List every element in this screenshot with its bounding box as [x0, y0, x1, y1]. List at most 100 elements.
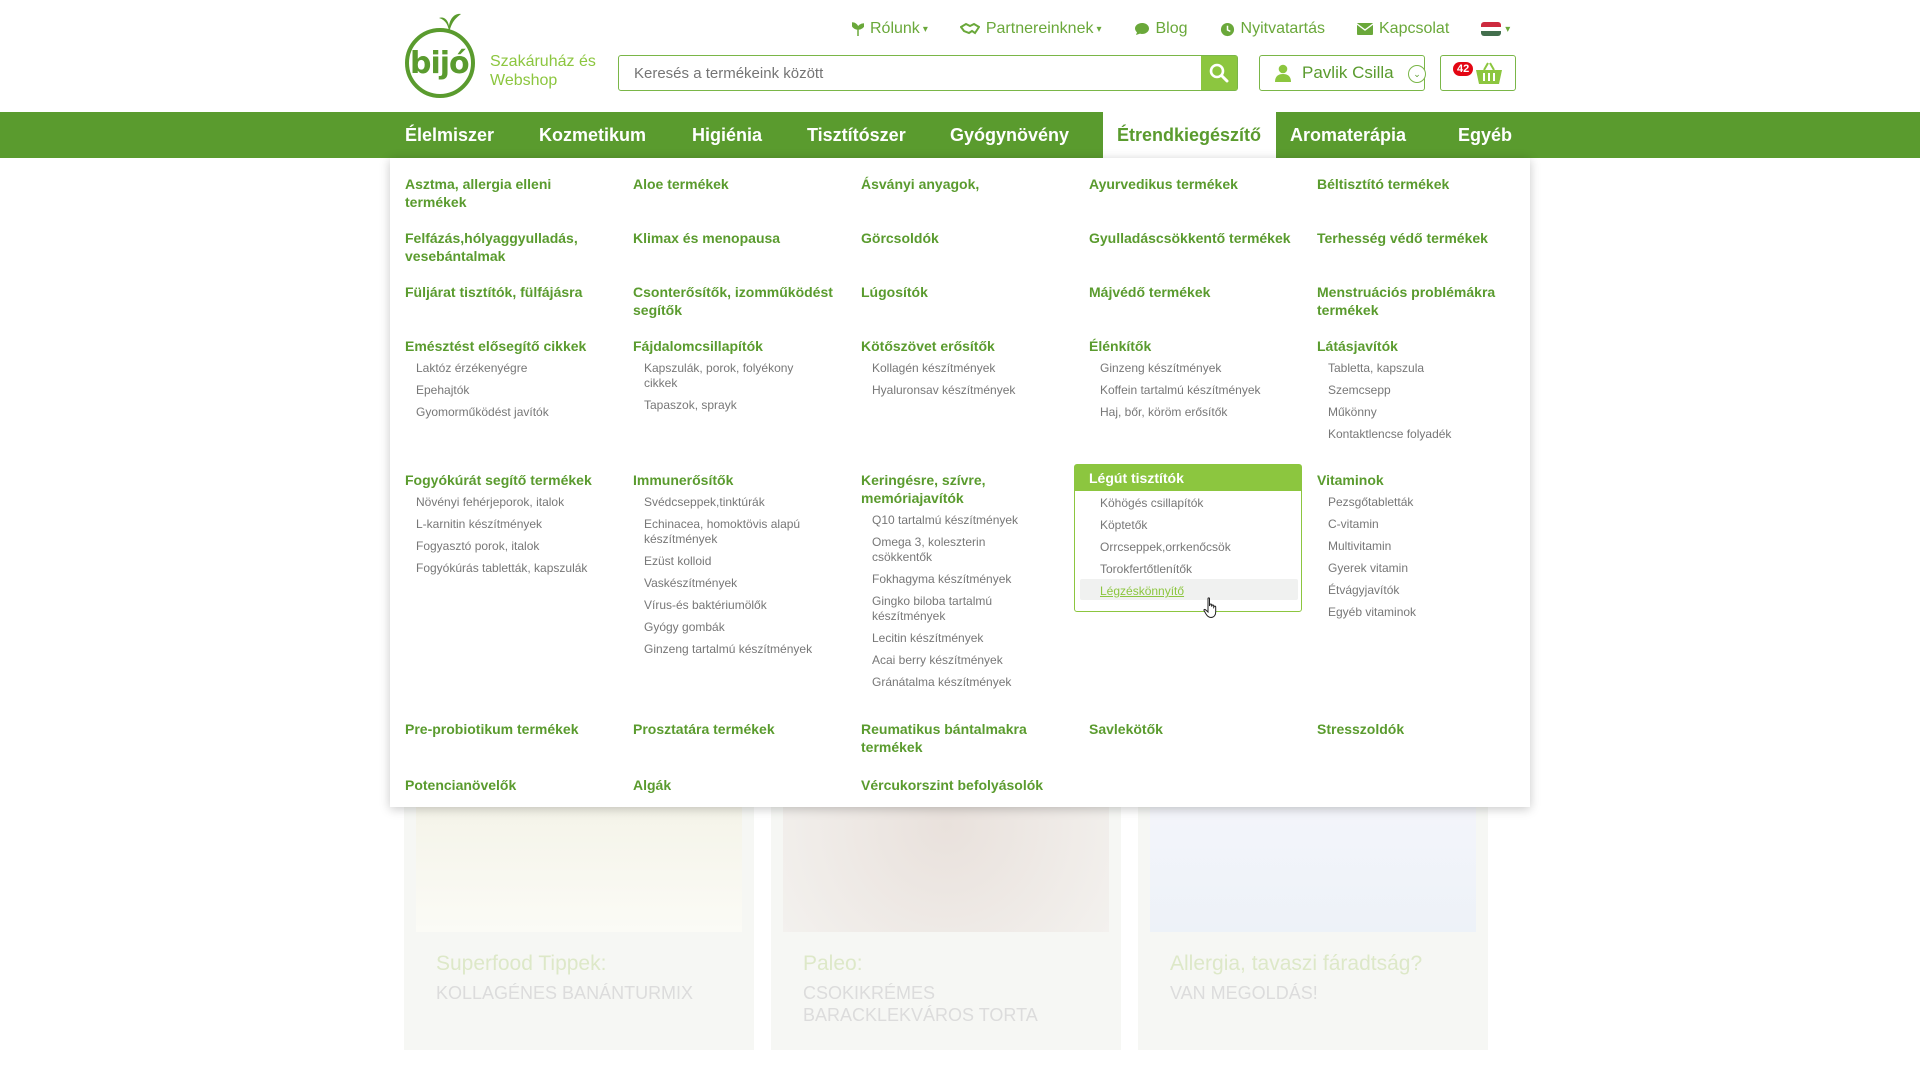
nav-item-tisztitoszer[interactable]: Tisztítószer	[793, 112, 936, 158]
bijo-logo[interactable]: bijó Szakáruház és Webshop	[402, 10, 602, 102]
subcategory-link[interactable]: Koffein tartalmú készítmények	[1100, 383, 1299, 398]
category-link[interactable]: Görcsoldók	[861, 229, 1071, 247]
category-link[interactable]: Keringésre, szívre, memóriajavítók	[861, 471, 1031, 507]
category-group: Vitaminok Pezsgőtabletták C-vitamin Mult…	[1317, 471, 1527, 627]
category-link[interactable]: Savlekötők	[1089, 720, 1299, 738]
subcategory-link[interactable]: Q10 tartalmú készítmények	[872, 513, 1031, 528]
category-link[interactable]: Reumatikus bántalmakra termékek	[861, 720, 1041, 756]
category-link[interactable]: Prosztatára termékek	[633, 720, 843, 738]
subcategory-link[interactable]: Tabletta, kapszula	[1328, 361, 1527, 376]
subcategory-link[interactable]: Echinacea, homoktövis alapú készítmények	[644, 517, 813, 547]
category-link[interactable]: Terhesség védő termékek	[1317, 229, 1527, 247]
category-link[interactable]: Fájdalomcsillapítók	[633, 337, 803, 355]
subcategory-link[interactable]: Multivitamin	[1328, 539, 1527, 554]
category-link[interactable]: Májvédő termékek	[1089, 283, 1299, 301]
topnav-about[interactable]: Rólunk ▾	[852, 20, 928, 38]
category-link[interactable]: Béltisztító termékek	[1317, 175, 1527, 193]
subcategory-link[interactable]: C-vitamin	[1328, 517, 1527, 532]
subcategory-link[interactable]: Vaskészítmények	[644, 576, 813, 591]
topnav-blog[interactable]: Blog	[1134, 20, 1188, 38]
category-link[interactable]: Ayurvedikus termékek	[1089, 175, 1299, 193]
category-link[interactable]: Aloe termékek	[633, 175, 843, 193]
nav-item-etrendkiegeszito[interactable]: Étrendkiegészítő	[1103, 112, 1276, 158]
blog-card[interactable]: Superfood Tippek: KOLLAGÉNES BANÁNTURMIX	[404, 780, 754, 1050]
subcategory-link[interactable]: Növényi fehérjeporok, italok	[416, 495, 615, 510]
category-link[interactable]: Vitaminok	[1317, 471, 1527, 489]
subcategory-link[interactable]: Gyerek vitamin	[1328, 561, 1527, 576]
subcategory-link[interactable]: Szemcsepp	[1328, 383, 1527, 398]
nav-item-elelmiszer[interactable]: Élelmiszer	[391, 112, 525, 158]
category-link[interactable]: Csonterősítők, izomműködést segítők	[633, 283, 843, 319]
category-link[interactable]: Immunerősítők	[633, 471, 813, 489]
category-link[interactable]: Fogyókúrát segítő termékek	[405, 471, 615, 489]
subcategory-link[interactable]: Vírus-és baktériumölők	[644, 598, 813, 613]
nav-item-kozmetikum[interactable]: Kozmetikum	[525, 112, 678, 158]
topnav-partners[interactable]: Partnereinknek ▾	[959, 20, 1102, 38]
search-button[interactable]	[1201, 56, 1237, 90]
language-selector[interactable]: ▾	[1481, 22, 1510, 36]
subcategory-link[interactable]: Kontaktlencse folyadék	[1328, 427, 1527, 442]
category-link-hovered[interactable]: Légút tisztítók	[1075, 465, 1301, 491]
subcategory-link[interactable]: Gingko biloba tartalmú készítmények	[872, 594, 1031, 624]
category-link[interactable]: Látásjavítók	[1317, 337, 1527, 355]
subcategory-link[interactable]: Kapszulák, porok, folyékony cikkek	[644, 361, 803, 391]
subcategory-link[interactable]: Gyomorműködést javítók	[416, 405, 615, 420]
topnav-opening-hours[interactable]: Nyitvatartás	[1220, 20, 1325, 38]
subcategory-link[interactable]: Orrcseppek,orrkenőcsök	[1100, 540, 1301, 555]
search-input[interactable]	[619, 56, 1201, 90]
category-link[interactable]: Gyulladáscsökkentő termékek	[1089, 229, 1299, 247]
category-link[interactable]: Emésztést elősegítő cikkek	[405, 337, 615, 355]
subcategory-link[interactable]: Fokhagyma készítmények	[872, 572, 1031, 587]
subcategory-link[interactable]: Műkönny	[1328, 405, 1527, 420]
category-link[interactable]: Felfázás,hólyaggyulladás, vesebántalmak	[405, 229, 615, 265]
subcategory-link[interactable]: Ginzeng készítmények	[1100, 361, 1299, 376]
category-link[interactable]: Asztma, allergia elleni termékek	[405, 175, 615, 211]
subcategory-link[interactable]: Ginzeng tartalmú készítmények	[644, 642, 813, 657]
category-link[interactable]: Pre-probiotikum termékek	[405, 720, 615, 738]
subcategory-link[interactable]: L-karnitin készítmények	[416, 517, 615, 532]
nav-item-gyogynoveny[interactable]: Gyógynövény	[936, 112, 1103, 158]
subcategory-link[interactable]: Étvágyjavítók	[1328, 583, 1527, 598]
subcategory-link[interactable]: Lecitin készítmények	[872, 631, 1031, 646]
topnav-contact[interactable]: Kapcsolat	[1357, 20, 1449, 38]
subcategory-link[interactable]: Köptetők	[1100, 518, 1301, 533]
subcategory-link[interactable]: Ezüst kolloid	[644, 554, 813, 569]
subcategory-link[interactable]: Hyaluronsav készítmények	[872, 383, 1071, 398]
subcategory-link[interactable]: Svédcseppek,tinktúrák	[644, 495, 813, 510]
category-link[interactable]: Algák	[633, 776, 843, 794]
subcategory-link[interactable]: Pezsgőtabletták	[1328, 495, 1527, 510]
nav-item-egyeb[interactable]: Egyéb	[1438, 112, 1526, 158]
subcategory-link[interactable]: Egyéb vitaminok	[1328, 605, 1527, 620]
category-link[interactable]: Élénkítők	[1089, 337, 1299, 355]
blog-card[interactable]: Paleo: CSOKIKRÉMES BARACKLEKVÁROS TORTA	[771, 780, 1121, 1050]
category-link[interactable]: Ásványi anyagok,	[861, 175, 1071, 193]
cart-button[interactable]: 42	[1440, 55, 1516, 91]
subcategory-link[interactable]: Kollagén készítmények	[872, 361, 1071, 376]
blog-card[interactable]: Allergia, tavaszi fáradtság? VAN MEGOLDÁ…	[1138, 780, 1488, 1050]
subcategory-link[interactable]: Tapaszok, sprayk	[644, 398, 803, 413]
nav-item-aromaterapia[interactable]: Aromaterápia	[1276, 112, 1438, 158]
subcategory-link[interactable]: Köhögés csillapítók	[1100, 496, 1301, 511]
category-link[interactable]: Stresszoldók	[1317, 720, 1527, 738]
nav-item-higienia[interactable]: Higiénia	[678, 112, 793, 158]
category-link[interactable]: Lúgosítók	[861, 283, 1071, 301]
category-link[interactable]: Klimax és menopausa	[633, 229, 843, 247]
subcategory-link[interactable]: Gyógy gombák	[644, 620, 813, 635]
subcategory-link[interactable]: Fogyókúrás tabletták, kapszulák	[416, 561, 615, 576]
user-account-button[interactable]: Pavlik Csilla ⌄	[1259, 55, 1426, 91]
subcategory-link[interactable]: Epehajtók	[416, 383, 615, 398]
subcategory-link[interactable]: Fogyasztó porok, italok	[416, 539, 615, 554]
subcategory-link-hovered[interactable]: Légzéskönnyítő	[1100, 584, 1301, 599]
category-link[interactable]: Kötőszövet erősítők	[861, 337, 1071, 355]
subcategory-link[interactable]: Haj, bőr, köröm erősítők	[1100, 405, 1299, 420]
category-link[interactable]: Menstruációs problémákra termékek	[1317, 283, 1527, 319]
subcategory-link[interactable]: Acai berry készítmények	[872, 653, 1031, 668]
chevron-down-icon[interactable]: ⌄	[1408, 65, 1426, 83]
subcategory-link[interactable]: Laktóz érzékenyégre	[416, 361, 615, 376]
subcategory-link[interactable]: Gránátalma készítmények	[872, 675, 1031, 690]
category-link[interactable]: Füljárat tisztítók, fülfájásra	[405, 283, 615, 301]
category-link[interactable]: Vércukorszint befolyásolók	[861, 776, 1071, 794]
subcategory-link[interactable]: Torokfertőtlenítők	[1100, 562, 1301, 577]
subcategory-link[interactable]: Omega 3, koleszterin csökkentők	[872, 535, 1031, 565]
category-link[interactable]: Potencianövelők	[405, 776, 615, 794]
